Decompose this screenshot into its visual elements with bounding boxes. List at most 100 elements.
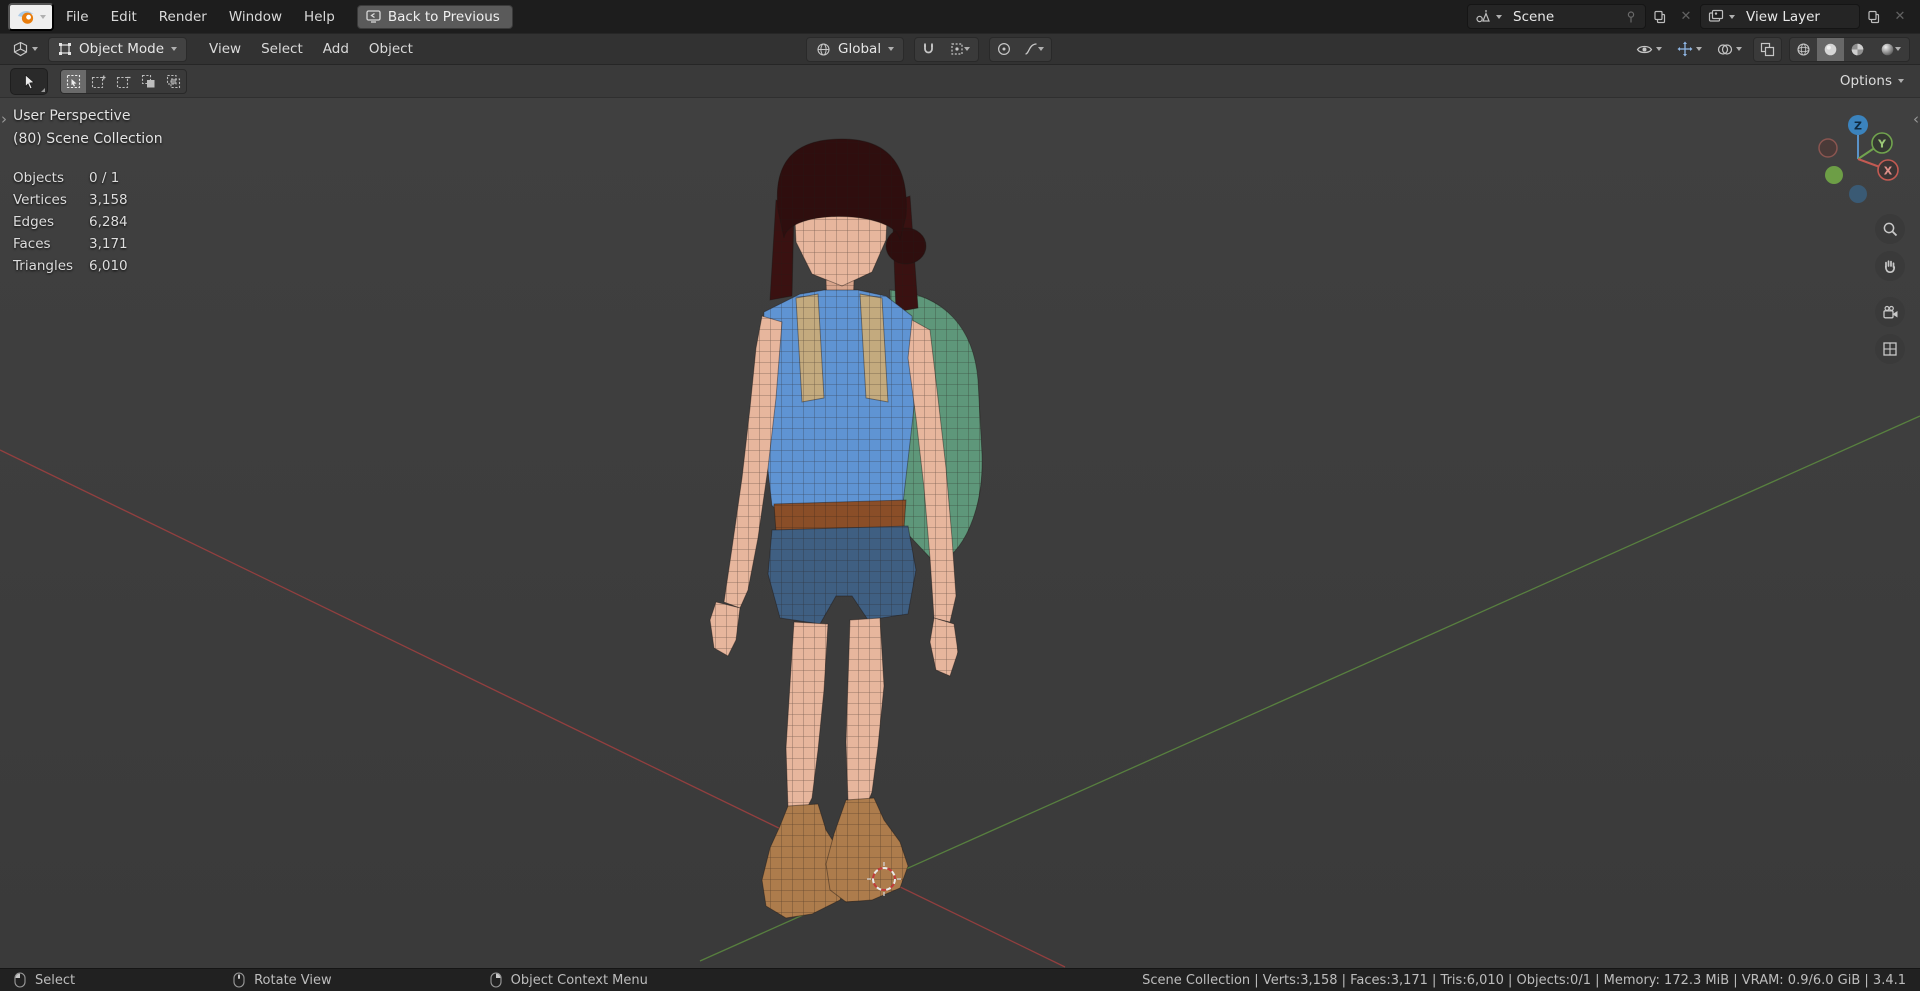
- viewport-editor-icon: [13, 41, 28, 57]
- snapping-group: [914, 36, 980, 62]
- snap-toggle-button[interactable]: [915, 38, 942, 61]
- menu-select[interactable]: Select: [251, 37, 313, 61]
- options-dropdown[interactable]: Options: [1834, 69, 1910, 93]
- duplicate-icon: [1654, 10, 1666, 23]
- proportional-falloff-button[interactable]: [1017, 38, 1051, 61]
- proportional-edit-group: [989, 36, 1053, 62]
- select-intersect-icon: [166, 74, 181, 88]
- chevron-down-icon: [1656, 47, 1662, 51]
- gizmo-arrows-icon: [1677, 41, 1693, 57]
- shading-solid-button[interactable]: [1817, 37, 1844, 61]
- hand-icon: [1884, 260, 1896, 274]
- unlink-scene-button[interactable]: ✕: [1674, 5, 1698, 29]
- chevron-down-icon: [40, 14, 46, 19]
- view-layer-selector[interactable]: View Layer: [1700, 4, 1860, 29]
- visibility-eye-icon: [1636, 45, 1653, 53]
- chevron-down-icon: [1894, 47, 1901, 51]
- xray-toggle-button[interactable]: [1754, 38, 1781, 61]
- zoom-button[interactable]: [1875, 214, 1905, 244]
- orientation-selector[interactable]: Global: [806, 36, 905, 62]
- sidebar-expand-chevron[interactable]: ‹: [1913, 110, 1919, 128]
- navigation-gizmo[interactable]: Z Y X: [1812, 112, 1904, 206]
- gizmo-axis-y[interactable]: Y: [1871, 132, 1893, 154]
- select-mode-subtract-button[interactable]: [111, 70, 136, 93]
- wireframe-sphere-icon: [1797, 42, 1810, 56]
- menu-edit[interactable]: Edit: [101, 5, 147, 29]
- proportional-edit-toggle[interactable]: [990, 38, 1017, 61]
- global-orientation-icon: [817, 42, 830, 56]
- pin-icon[interactable]: [1624, 10, 1638, 24]
- back-to-previous-label: Back to Previous: [387, 8, 500, 25]
- options-label: Options: [1839, 73, 1892, 89]
- gizmo-y-label: Y: [1877, 138, 1887, 151]
- grid-icon: [1883, 342, 1897, 356]
- object-type-visibility-dropdown[interactable]: [1632, 39, 1666, 60]
- gizmos-toggle-dropdown[interactable]: [1673, 38, 1706, 60]
- falloff-curve-icon: [1025, 43, 1037, 55]
- hint-label: Rotate View: [254, 972, 332, 988]
- overlays-icon: [1717, 43, 1733, 55]
- viewport-canvas[interactable]: [0, 98, 1920, 968]
- select-invert-icon: [141, 74, 155, 87]
- viewport-3d[interactable]: User Perspective (80) Scene Collection O…: [0, 98, 1920, 968]
- mode-selector[interactable]: Object Mode: [48, 36, 188, 62]
- chevron-down-icon: [1038, 47, 1045, 51]
- gizmo-axis-z[interactable]: Z: [1848, 115, 1868, 135]
- scene-name-field[interactable]: Scene: [1507, 9, 1619, 25]
- object-mode-icon: [59, 43, 71, 55]
- magnifier-icon: [1883, 222, 1897, 236]
- new-view-layer-button[interactable]: [1862, 5, 1886, 29]
- new-scene-button[interactable]: [1648, 5, 1672, 29]
- select-mode-set-button[interactable]: [61, 69, 86, 93]
- menu-object[interactable]: Object: [359, 37, 423, 61]
- hint-rotate-view: Rotate View: [233, 972, 332, 988]
- chevron-down-icon: [1729, 14, 1735, 19]
- orthographic-toggle-button[interactable]: [1875, 334, 1905, 364]
- tool-settings-row: Options: [0, 65, 1920, 98]
- hint-label: Select: [35, 972, 76, 988]
- snap-settings-button[interactable]: [942, 38, 978, 61]
- remove-view-layer-button[interactable]: ✕: [1888, 5, 1912, 29]
- editor-type-selector[interactable]: [6, 38, 44, 60]
- mouse-left-click-icon: [14, 972, 26, 988]
- gizmo-z-label: Z: [1854, 120, 1862, 133]
- character-model[interactable]: [700, 128, 1000, 928]
- camera-view-button[interactable]: [1875, 297, 1905, 327]
- solid-sphere-icon: [1824, 43, 1837, 55]
- cursor-arrow-icon: [25, 73, 35, 89]
- menu-render[interactable]: Render: [149, 5, 217, 29]
- view-layer-icon: [1708, 9, 1724, 22]
- shading-wireframe-button[interactable]: [1790, 38, 1817, 61]
- shading-material-button[interactable]: [1844, 38, 1871, 61]
- menu-window[interactable]: Window: [219, 5, 292, 29]
- view-layer-name-field[interactable]: View Layer: [1740, 9, 1852, 25]
- camera-icon: [1882, 305, 1897, 318]
- select-mode-invert-button[interactable]: [136, 70, 161, 93]
- tweak-tool-button[interactable]: [10, 67, 48, 95]
- gizmo-axis-neg-y[interactable]: [1825, 166, 1843, 184]
- chevron-down-icon: [1736, 47, 1742, 51]
- pan-hand-button[interactable]: [1875, 251, 1905, 281]
- blender-logo-menu[interactable]: [8, 2, 54, 31]
- snap-target-icon: [951, 43, 963, 55]
- material-sphere-icon: [1851, 43, 1864, 55]
- menu-file[interactable]: File: [56, 5, 99, 29]
- viewport-menus: View Select Add Object: [199, 37, 423, 61]
- menu-view[interactable]: View: [199, 37, 251, 61]
- shading-rendered-button[interactable]: [1871, 38, 1909, 61]
- gizmo-axis-neg-z[interactable]: [1849, 185, 1867, 203]
- mouse-middle-click-icon: [233, 972, 245, 988]
- menu-add[interactable]: Add: [313, 37, 359, 61]
- scene-selector[interactable]: Scene: [1467, 4, 1646, 29]
- gizmo-axis-x[interactable]: X: [1877, 159, 1899, 181]
- toolbar-expand-chevron[interactable]: ›: [1, 110, 7, 128]
- overlays-toggle-dropdown[interactable]: [1713, 39, 1746, 60]
- mouse-hints: Select Rotate View Object Context Menu: [14, 972, 648, 988]
- back-to-previous-button[interactable]: Back to Previous: [356, 4, 513, 29]
- menu-help[interactable]: Help: [294, 5, 345, 29]
- select-mode-extend-button[interactable]: [86, 70, 111, 93]
- select-mode-intersect-button[interactable]: [161, 70, 186, 93]
- chevron-down-icon: [1496, 14, 1502, 19]
- gizmo-axis-neg-x[interactable]: [1818, 138, 1838, 158]
- chevron-down-icon: [1898, 79, 1904, 83]
